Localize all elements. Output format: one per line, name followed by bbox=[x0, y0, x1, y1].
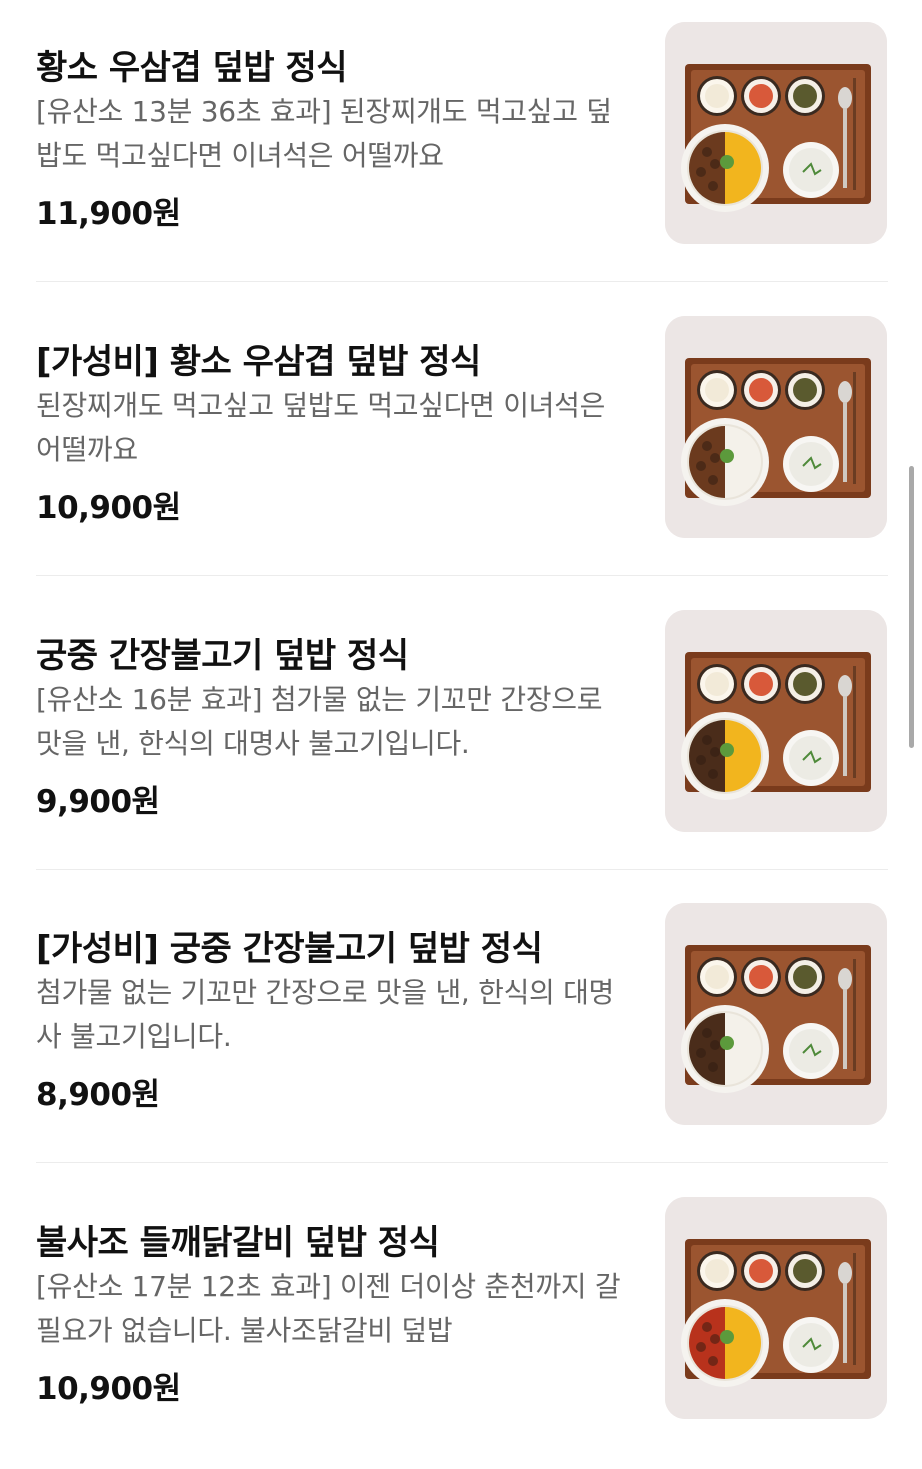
scrollbar[interactable] bbox=[909, 466, 914, 748]
divider bbox=[36, 575, 888, 576]
menu-item-description: [유산소 16분 효과] 첨가물 없는 기꼬만 간장으로 맛을 낸, 한식의 대… bbox=[36, 683, 603, 760]
menu-item[interactable]: [가성비] 궁중 간장불고기 덮밥 정식 첨가물 없는 기꼬만 간장으로 맛을 … bbox=[36, 881, 888, 1175]
menu-item-price: 8,900원 bbox=[36, 1077, 160, 1113]
menu-item-title: [가성비] 궁중 간장불고기 덮밥 정식 bbox=[36, 929, 543, 969]
menu-item-description: 첨가물 없는 기꼬만 간장으로 맛을 낸, 한식의 대명사 불고기입니다. bbox=[36, 976, 615, 1053]
menu-item-title: 궁중 간장불고기 덮밥 정식 bbox=[36, 636, 409, 676]
divider bbox=[36, 869, 888, 870]
menu-item-title: 불사조 들깨닭갈비 덮밥 정식 bbox=[36, 1223, 440, 1263]
menu-item[interactable]: 황소 우삼겹 덮밥 정식 [유산소 13분 36초 효과] 된장찌개도 먹고싶고… bbox=[36, 0, 888, 294]
menu-item-photo[interactable] bbox=[665, 903, 887, 1125]
menu-item-photo[interactable] bbox=[665, 316, 887, 538]
menu-item-title: [가성비] 황소 우삼겹 덮밥 정식 bbox=[36, 342, 481, 382]
menu-item-photo[interactable] bbox=[665, 1197, 887, 1419]
meal-tray-illustration bbox=[665, 903, 887, 1125]
menu-item-photo[interactable] bbox=[665, 22, 887, 244]
divider bbox=[36, 281, 888, 282]
divider bbox=[36, 1162, 888, 1163]
menu-item-price: 11,900원 bbox=[36, 196, 181, 232]
menu-item-price: 9,900원 bbox=[36, 784, 160, 820]
meal-tray-illustration bbox=[665, 1197, 887, 1419]
menu-item-price: 10,900원 bbox=[36, 1371, 181, 1407]
meal-tray-illustration bbox=[665, 610, 887, 832]
meal-tray-illustration bbox=[665, 316, 887, 538]
menu-item[interactable]: [가성비] 황소 우삼겹 덮밥 정식 된장찌개도 먹고싶고 덮밥도 먹고싶다면 … bbox=[36, 294, 888, 588]
menu-item[interactable]: 궁중 간장불고기 덮밥 정식 [유산소 16분 효과] 첨가물 없는 기꼬만 간… bbox=[36, 588, 888, 882]
menu-item-price: 10,900원 bbox=[36, 490, 181, 526]
menu-item-description: [유산소 17분 12초 효과] 이젠 더이상 춘천까지 갈 필요가 없습니다.… bbox=[36, 1270, 621, 1347]
menu-item-photo[interactable] bbox=[665, 610, 887, 832]
menu-item[interactable]: 불사조 들깨닭갈비 덮밥 정식 [유산소 17분 12초 효과] 이젠 더이상 … bbox=[36, 1175, 888, 1469]
menu-item-title: 황소 우삼겹 덮밥 정식 bbox=[36, 48, 348, 88]
menu-item-description: 된장찌개도 먹고싶고 덮밥도 먹고싶다면 이녀석은 어떨까요 bbox=[36, 389, 606, 466]
menu-item-description: [유산소 13분 36초 효과] 된장찌개도 먹고싶고 덮밥도 먹고싶다면 이녀… bbox=[36, 95, 612, 172]
meal-tray-illustration bbox=[665, 22, 887, 244]
